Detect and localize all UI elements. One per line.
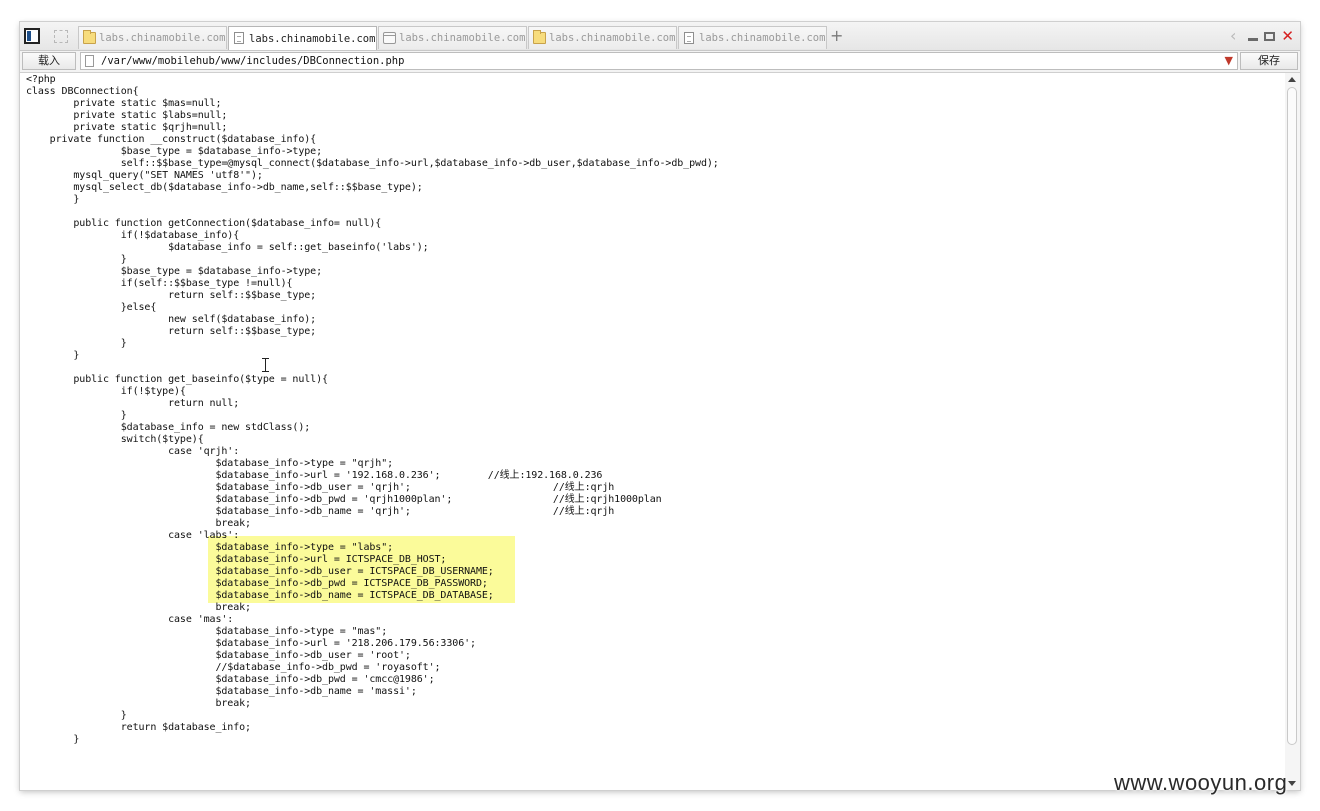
code-line: private static $qrjh=null;: [26, 122, 228, 133]
chevron-down-icon[interactable]: ▼: [1225, 53, 1233, 69]
code-line: switch($type){: [26, 434, 204, 445]
watermark-text: www.wooyun.org: [1114, 770, 1288, 795]
code-line: $base_type = $database_info->type;: [26, 266, 323, 277]
code-line: $database_info->db_pwd = 'qrjh1000plan';…: [26, 494, 662, 505]
code-line: }: [26, 254, 127, 265]
code-line: case 'qrjh':: [26, 446, 240, 457]
code-line: $database_info->url = '192.168.0.236'; /…: [26, 470, 603, 481]
scroll-up-icon[interactable]: [1288, 77, 1296, 82]
folder-icon: [533, 30, 546, 44]
code-line: case 'mas':: [26, 614, 234, 625]
code-line: }: [26, 350, 80, 361]
tab-label: labs.chinamobile.com: [399, 32, 526, 44]
code-line: $database_info = self::get_baseinfo('lab…: [26, 242, 429, 253]
code-line: $database_info->type = "mas";: [26, 626, 388, 637]
text-cursor-icon: [262, 358, 269, 372]
code-line: }: [26, 338, 127, 349]
code-line: $database_info->type = "labs";: [26, 542, 394, 553]
code-line: $database_info->db_pwd = 'cmcc@1986';: [26, 674, 435, 685]
code-line: break;: [26, 602, 251, 613]
code-line: break;: [26, 518, 251, 529]
scroll-down-icon[interactable]: [1288, 781, 1296, 786]
code-line: $database_info->db_name = 'qrjh'; //线上:q…: [26, 506, 615, 517]
tab-1[interactable]: labs.chinamobile.com: [78, 26, 227, 49]
document-icon: [684, 32, 694, 44]
new-tab-button[interactable]: +: [830, 27, 843, 45]
code-line: $database_info->db_name = 'massi';: [26, 686, 417, 697]
new-window-icon[interactable]: [54, 30, 68, 43]
code-line: $database_info->db_name = ICTSPACE_DB_DA…: [26, 590, 494, 601]
tab-list: labs.chinamobile.com labs.chinamobile.com…: [78, 26, 828, 50]
code-line: mysql_query("SET NAMES 'utf8'");: [26, 170, 263, 181]
editor-window: labs.chinamobile.com labs.chinamobile.com…: [20, 22, 1300, 790]
code-line: class DBConnection{: [26, 86, 139, 97]
save-button[interactable]: 保存: [1240, 52, 1298, 70]
document-icon: [234, 32, 244, 44]
code-line: $database_info->url = '218.206.179.56:33…: [26, 638, 476, 649]
file-icon: [85, 55, 94, 67]
address-bar: 载入 /var/www/mobilehub/www/includes/DBCon…: [20, 51, 1300, 73]
code-line: if(!$type){: [26, 386, 186, 397]
tab-label: labs.chinamobile.com: [99, 32, 226, 44]
code-line: break;: [26, 698, 251, 709]
code-line: }: [26, 734, 80, 745]
code-line: mysql_select_db($database_info->db_name,…: [26, 182, 423, 193]
tab-label: labs.chinamobile.com: [549, 32, 676, 44]
code-line: new self($database_info);: [26, 314, 317, 325]
side-panel-icon[interactable]: [24, 28, 40, 44]
folder-icon: [83, 30, 96, 44]
path-text: /var/www/mobilehub/www/includes/DBConnec…: [101, 55, 405, 67]
code-line: $database_info->db_pwd = ICTSPACE_DB_PAS…: [26, 578, 488, 589]
code-line: private function __construct($database_i…: [26, 134, 317, 145]
tab-4[interactable]: labs.chinamobile.com: [528, 26, 677, 49]
tab-bar: labs.chinamobile.com labs.chinamobile.com…: [20, 22, 1300, 51]
tab-2[interactable]: labs.chinamobile.com: [228, 26, 377, 50]
restore-icon[interactable]: [1264, 31, 1276, 41]
scrollbar-thumb[interactable]: [1287, 87, 1297, 745]
code-line: $database_info->db_user = 'qrjh'; //线上:q…: [26, 482, 615, 493]
code-line: $database_info->url = ICTSPACE_DB_HOST;: [26, 554, 447, 565]
code-line: return self::$$base_type;: [26, 290, 317, 301]
code-line: }: [26, 410, 127, 421]
code-line: private static $mas=null;: [26, 98, 222, 109]
back-arrow-icon[interactable]: ‹: [1230, 28, 1236, 44]
tab-3[interactable]: labs.chinamobile.com: [378, 26, 527, 49]
window-controls: ‹ ✕: [1230, 26, 1294, 46]
tab-label: labs.chinamobile.com: [699, 32, 826, 44]
code-line: private static $labs=null;: [26, 110, 228, 121]
page-icon: [383, 32, 396, 44]
code-line: //$database_info->db_pwd = 'royasoft';: [26, 662, 441, 673]
code-line: if(self::$$base_type !=null){: [26, 278, 293, 289]
code-line: $database_info->type = "qrjh";: [26, 458, 394, 469]
tab-label: labs.chinamobile.com: [249, 32, 376, 45]
code-line: return self::$$base_type;: [26, 326, 317, 337]
code-line: case 'labs':: [26, 530, 240, 541]
code-line: return null;: [26, 398, 240, 409]
code-line: }: [26, 194, 80, 205]
code-editor[interactable]: <?php class DBConnection{ private static …: [20, 73, 1285, 790]
code-line: $database_info->db_user = 'root';: [26, 650, 411, 661]
code-line: }: [26, 710, 127, 721]
code-line: $database_info->db_user = ICTSPACE_DB_US…: [26, 566, 494, 577]
code-line: $base_type = $database_info->type;: [26, 146, 323, 157]
code-line: public function get_baseinfo($type = nul…: [26, 374, 328, 385]
code-line: <?php: [26, 74, 56, 85]
code-line: $database_info = new stdClass();: [26, 422, 311, 433]
code-line: return $database_info;: [26, 722, 251, 733]
vertical-scrollbar[interactable]: [1285, 73, 1300, 790]
code-line: if(!$database_info){: [26, 230, 240, 241]
code-line: public function getConnection($database_…: [26, 218, 382, 229]
close-icon[interactable]: ✕: [1281, 28, 1294, 44]
load-button[interactable]: 载入: [22, 52, 76, 70]
code-line: self::$$base_type=@mysql_connect($databa…: [26, 158, 719, 169]
path-input[interactable]: /var/www/mobilehub/www/includes/DBConnec…: [80, 52, 1238, 70]
tab-5[interactable]: labs.chinamobile.com: [678, 26, 827, 49]
code-line: }else{: [26, 302, 157, 313]
minimize-icon[interactable]: [1248, 37, 1259, 41]
